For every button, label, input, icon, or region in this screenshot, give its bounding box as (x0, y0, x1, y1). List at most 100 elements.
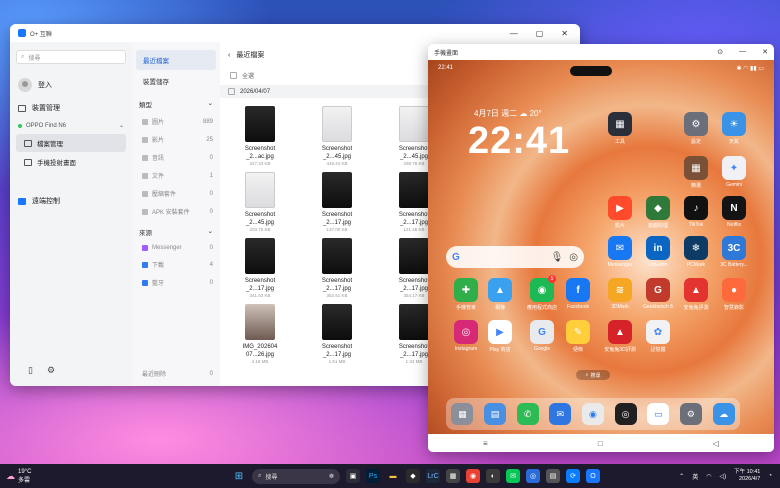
weather-icon[interactable]: ☁ (712, 403, 735, 425)
nav-recent-files[interactable]: 最近檔案 (136, 50, 216, 70)
app-icon-26[interactable]: ✿ 記憶體 (638, 320, 678, 353)
settings-icon[interactable]: ⚙ (679, 403, 702, 425)
app-icon-20[interactable]: ● 智慧錄影 (714, 278, 754, 311)
file-item[interactable]: Screenshot _2...45.jpg 448.44 KB (311, 106, 363, 166)
close-button[interactable]: ✕ (762, 48, 768, 56)
apps-folder-icon[interactable]: ▦ (451, 403, 474, 425)
layout-toggle-icon[interactable]: ▯ (28, 365, 33, 376)
app-icon-25[interactable]: ▲ 安兔兔3D評測 (600, 320, 640, 353)
folder-icon[interactable]: ▭ (647, 403, 670, 425)
task-view-icon[interactable]: ▣ (346, 469, 360, 483)
taskbar-search[interactable]: ⌕ 搜尋 ❁ (252, 468, 340, 484)
app-icon-1[interactable]: ⚙ 設定 (676, 112, 716, 145)
back-chevron-icon[interactable]: ‹ (228, 52, 230, 59)
app-icon-8[interactable]: N Netflix (714, 196, 754, 228)
close-button[interactable]: ✕ (561, 29, 568, 38)
app-icon-17[interactable]: ≋ 3DMark (600, 278, 640, 310)
category-header[interactable]: 類型 ⌄ (132, 92, 220, 112)
menu-nav-button[interactable]: ≡ (483, 439, 488, 448)
home-search-pill[interactable]: ⌕ 搜尋 (576, 370, 610, 380)
login-button[interactable]: 登入 (10, 72, 132, 98)
start-button-icon[interactable]: ⊞ (232, 469, 246, 483)
home-nav-button[interactable]: □ (598, 439, 603, 448)
date-group-checkbox[interactable] (228, 88, 235, 95)
chrome-icon[interactable]: ◉ (466, 469, 480, 483)
files-icon[interactable]: ▤ (483, 403, 506, 425)
app-icon-18[interactable]: G Geekbench 6 (638, 278, 678, 310)
file-item[interactable]: Screenshot _2...45.jpg 203.75 KB (234, 172, 286, 232)
file-item[interactable]: Screenshot _2...ac.jpg 327.33 KB (234, 106, 286, 166)
notifications-icon[interactable]: ◔ (768, 473, 772, 479)
clock-widget[interactable]: 22:41 (468, 120, 570, 163)
app-icon-3[interactable]: ◐ (486, 469, 500, 483)
app-icon-4[interactable]: ✦ Gemini (714, 156, 754, 188)
more-options-icon[interactable]: ⊙ (717, 48, 723, 56)
app-icon-23[interactable]: G Google (522, 320, 562, 352)
minimize-button[interactable]: — (510, 29, 518, 38)
file-item[interactable]: IMG_202604 07...26.jpg 4.18 MB (234, 304, 286, 364)
maximize-button[interactable]: ▢ (536, 29, 544, 38)
photoshop-icon[interactable]: Ps (366, 469, 380, 483)
file-item[interactable]: Screenshot _2...17.jpg 137.00 KB (311, 172, 363, 232)
nav-recently-deleted[interactable]: 最近刪除 0 (132, 364, 220, 382)
category-documents[interactable]: 文件 1 (132, 166, 220, 184)
sidebar-item-file-management[interactable]: 檔案管理 (16, 134, 126, 152)
category-apk[interactable]: APK 安裝套件 0 (132, 202, 220, 220)
app-icon-24[interactable]: ✎ 便條 (558, 320, 598, 353)
file-item[interactable]: Screenshot _2...17.jpg 1.51 MB (311, 304, 363, 364)
google-search-bar[interactable]: G 🎙 ◎ (446, 246, 584, 268)
app-icon-9[interactable]: ✉ Messenger (600, 236, 640, 268)
app-icon-4[interactable]: ◎ (526, 469, 540, 483)
source-header[interactable]: 來源 ⌄ (132, 220, 220, 240)
source-downloads[interactable]: 下載 4 (132, 255, 220, 273)
camera-icon[interactable]: ◎ (614, 403, 637, 425)
tray-overflow-icon[interactable]: ⌃ (679, 473, 684, 480)
app-icon-22[interactable]: ▶ Play 商店 (480, 320, 520, 353)
messages-icon[interactable]: ✉ (549, 403, 572, 425)
app-icon-14[interactable]: ▲ 相簿 (480, 278, 520, 311)
category-images[interactable]: 圖片 889 (132, 112, 220, 130)
source-messenger[interactable]: Messenger 0 (132, 240, 220, 255)
app-icon-0[interactable]: ▦ 工具 (600, 112, 640, 145)
device-item[interactable]: OPPO Find N6 ⌄ (10, 118, 132, 133)
app-icon-2[interactable]: ☀ 天氣 (714, 112, 754, 145)
app-icon-1[interactable]: ◆ (406, 469, 420, 483)
sidebar-item-phone-mirror[interactable]: 手機投射畫面 (16, 153, 126, 171)
file-item[interactable]: Screenshot _2...17.jpg 352.51 KB (311, 238, 363, 298)
app-icon-5[interactable]: ▤ (546, 469, 560, 483)
clock[interactable]: 下午 10:41 2026/4/7 (734, 469, 760, 483)
sidebar-item-remote-control[interactable]: 遠端控制 (10, 191, 132, 211)
back-nav-button[interactable]: ◁ (713, 439, 719, 448)
app-icon-10[interactable]: in LinkedIn (638, 236, 678, 268)
file-explorer-icon[interactable]: ▬ (386, 469, 400, 483)
app-icon-6[interactable]: ⟳ (566, 469, 580, 483)
lightroom-icon[interactable]: LrC (426, 469, 440, 483)
wifi-icon[interactable]: ◠ (706, 473, 711, 480)
app-icon-6[interactable]: ◆ 遊戲助理 (638, 196, 678, 229)
phone-icon[interactable]: ✆ (516, 403, 539, 425)
category-audio[interactable]: 音訊 0 (132, 148, 220, 166)
app-icon-16[interactable]: f Facebook (558, 278, 598, 310)
app-icon-11[interactable]: ❄ PCMark (676, 236, 716, 268)
chrome-icon[interactable]: ◉ (581, 403, 604, 425)
search-input[interactable]: ⌕ 搜尋 (16, 50, 126, 64)
weather-widget[interactable]: ☁ 19°C 多雲 (6, 469, 31, 484)
device-management-header[interactable]: 裝置管理 (10, 98, 132, 118)
lens-icon[interactable]: ◎ (569, 252, 578, 263)
source-bluetooth[interactable]: 藍牙 0 (132, 273, 220, 291)
line-icon[interactable]: ✉ (506, 469, 520, 483)
app-icon-3[interactable]: ▦ 精選 (676, 156, 716, 189)
file-item[interactable]: Screenshot _2...17.jpg 341.93 KB (234, 238, 286, 298)
select-all-checkbox[interactable] (230, 72, 237, 79)
category-archives[interactable]: 壓縮套件 0 (132, 184, 220, 202)
phone-screen[interactable]: 22:41 ✱ ◠ ▮▮ ▭ 4月7日 週二 ☁ 20° 22:41 G 🎙 ◎… (428, 60, 774, 434)
category-videos[interactable]: 影片 25 (132, 130, 220, 148)
volume-icon[interactable]: ◁) (719, 473, 726, 480)
app-icon-15[interactable]: ◉ 應用程式商店 5 (522, 275, 562, 311)
language-indicator[interactable]: 英 (692, 472, 698, 481)
minimize-button[interactable]: — (739, 48, 746, 56)
app-icon-12[interactable]: 3C 3C Battery... (714, 236, 754, 268)
app-icon-19[interactable]: ▲ 安兔兔評測 (676, 278, 716, 311)
nav-device-storage[interactable]: 裝置儲存 (136, 71, 216, 91)
app-icon-2[interactable]: ▦ (446, 469, 460, 483)
